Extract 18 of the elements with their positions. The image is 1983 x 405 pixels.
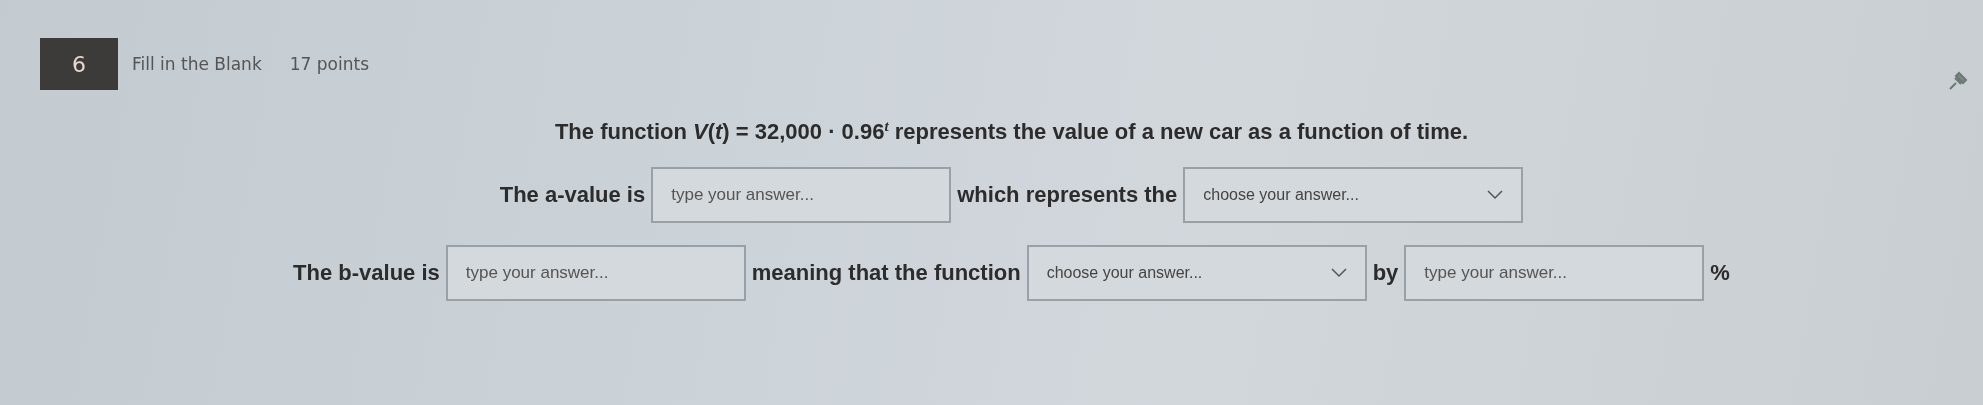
question-type: Fill in the Blank: [132, 54, 262, 74]
question-number: 6: [40, 38, 118, 90]
prompt-text: which represents the: [957, 182, 1178, 209]
question-points: 17 points: [289, 54, 369, 74]
prompt-text: %: [1710, 260, 1730, 287]
answer-dropdown[interactable]: choose your answer...: [1026, 245, 1367, 302]
chevron-down-icon: [1487, 190, 1504, 201]
prompt-text: The function V(t) = 32,000 · 0.96$^{t}$ represents the value of a new car as a function of time.: [554, 118, 1469, 146]
pin-icon[interactable]: [1947, 70, 1969, 92]
prompt-text: meaning that the function: [751, 260, 1021, 287]
prompt-text: by: [1372, 260, 1399, 287]
chevron-down-icon: [1330, 268, 1347, 279]
answer-dropdown[interactable]: choose your answer...: [1183, 167, 1524, 224]
prompt-text: The a-value is: [499, 182, 646, 209]
answer-field[interactable]: type your answer...: [1404, 245, 1705, 302]
answer-field[interactable]: type your answer...: [651, 167, 952, 224]
answer-field[interactable]: type your answer...: [445, 245, 746, 302]
prompt-text: The b-value is: [293, 260, 440, 287]
